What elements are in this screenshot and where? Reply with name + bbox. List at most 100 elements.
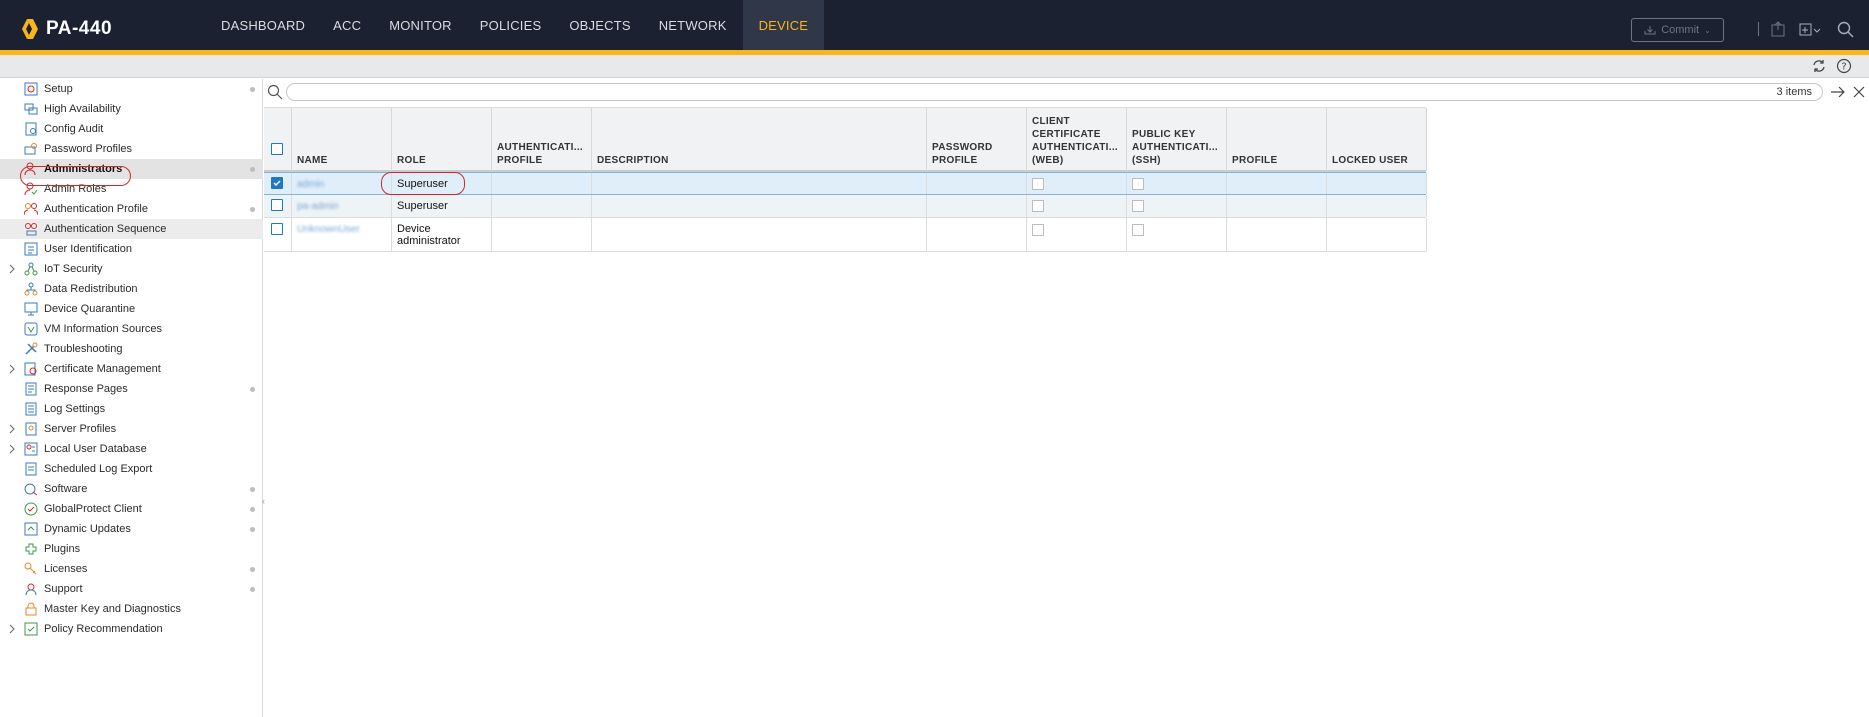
column-header-authentication-profile[interactable]: AUTHENTICATI... PROFILE [492, 108, 592, 171]
row-checkbox[interactable] [271, 177, 283, 189]
sidebar-item-password-profiles[interactable]: Password Profiles [0, 139, 263, 159]
client-cert-checkbox [1032, 178, 1044, 190]
sidebar-collapse-handle[interactable]: ‹ [262, 496, 268, 516]
local-user-database-icon [24, 442, 38, 456]
select-all-checkbox[interactable] [271, 143, 283, 155]
setup-icon [24, 82, 38, 96]
tab-dashboard[interactable]: DASHBOARD [209, 0, 317, 50]
admin-name[interactable]: UnknownUser [297, 224, 360, 236]
sidebar-item-dynamic-updates[interactable]: Dynamic Updates [0, 519, 263, 539]
software-icon [24, 483, 38, 496]
sidebar-item-server-profiles[interactable]: Server Profiles [0, 419, 263, 439]
scheduled-log-export-icon [25, 462, 37, 476]
licenses-icon [24, 562, 37, 575]
table-row[interactable]: UnknownUser Device administrator [264, 218, 1427, 252]
policy-recommendation-icon [24, 622, 38, 636]
chevron-right-icon[interactable] [8, 264, 16, 274]
sidebar-item-authentication-profile[interactable]: Authentication Profile [0, 199, 263, 219]
header-select-all[interactable] [264, 108, 292, 171]
support-icon [25, 583, 37, 596]
sidebar-item-plugins[interactable]: Plugins [0, 539, 263, 559]
column-header-description[interactable]: DESCRIPTION [592, 108, 927, 171]
search-icon [267, 84, 283, 100]
sidebar-item-master-key-and-diagnostics[interactable]: Master Key and Diagnostics [0, 599, 263, 619]
tab-policies[interactable]: POLICIES [468, 0, 554, 50]
sidebar-item-user-identification[interactable]: User Identification [0, 239, 263, 259]
column-header-password-profile[interactable]: PASSWORD PROFILE [927, 108, 1027, 171]
globalprotect-client-icon [24, 502, 38, 516]
tab-monitor[interactable]: MONITOR [377, 0, 464, 50]
chevron-right-icon[interactable] [8, 364, 16, 374]
column-header-locked-user[interactable]: LOCKED USER [1327, 108, 1427, 171]
tab-acc[interactable]: ACC [321, 0, 373, 50]
search-input[interactable]: 3 items [286, 83, 1823, 101]
sidebar-item-vm-information-sources[interactable]: VM Information Sources [0, 319, 263, 339]
config-dropdown-icon[interactable] [1798, 20, 1822, 38]
highlight-ring-administrators [20, 166, 131, 186]
clear-filter-icon[interactable] [1852, 85, 1866, 99]
admin-name[interactable]: admin [297, 179, 324, 191]
sidebar-item-response-pages[interactable]: Response Pages [0, 379, 263, 399]
row-checkbox[interactable] [271, 223, 283, 235]
column-header-client-cert-auth[interactable]: CLIENT CERTIFICATE AUTHENTICATI... (WEB) [1027, 108, 1127, 171]
column-header-role[interactable]: ROLE [392, 108, 492, 171]
chevron-right-icon[interactable] [8, 624, 16, 634]
certificate-management-icon [24, 362, 37, 376]
tab-device[interactable]: DEVICE [742, 0, 825, 50]
sidebar-item-support[interactable]: Support [0, 579, 263, 599]
sidebar-item-setup[interactable]: Setup [0, 79, 263, 99]
dynamic-updates-icon [24, 522, 38, 536]
public-key-checkbox [1132, 178, 1144, 190]
public-key-checkbox [1132, 200, 1144, 212]
status-dot [250, 507, 255, 512]
high-availability-icon [24, 103, 38, 115]
sidebar-item-troubleshooting[interactable]: Troubleshooting [0, 339, 263, 359]
chevron-down-icon: ⌄ [1704, 25, 1711, 35]
sidebar-item-high-availability[interactable]: High Availability [0, 99, 263, 119]
tab-network[interactable]: NETWORK [647, 0, 739, 50]
chevron-right-icon[interactable] [8, 424, 16, 434]
troubleshooting-icon [25, 342, 38, 355]
column-header-profile[interactable]: PROFILE [1227, 108, 1327, 171]
column-header-name[interactable]: NAME [292, 108, 392, 171]
lock-config-icon[interactable] [1768, 20, 1788, 38]
sidebar-item-local-user-database[interactable]: Local User Database [0, 439, 263, 459]
sidebar-item-data-redistribution[interactable]: Data Redistribution [0, 279, 263, 299]
sidebar-item-device-quarantine[interactable]: Device Quarantine [0, 299, 263, 319]
device-logo: PA-440 [22, 18, 112, 40]
sidebar-item-software[interactable]: Software [0, 479, 263, 499]
commit-button[interactable]: Commit ⌄ [1631, 18, 1724, 42]
log-settings-icon [25, 402, 37, 416]
sidebar-item-authentication-sequence[interactable]: Authentication Sequence [0, 219, 263, 239]
user-identification-icon [24, 242, 38, 256]
help-icon[interactable]: ? [1836, 58, 1852, 74]
config-audit-icon [25, 122, 37, 136]
table-row[interactable]: pa-admin Superuser [264, 195, 1427, 218]
master-key-icon [25, 602, 37, 616]
authentication-profile-icon [24, 203, 38, 216]
sidebar-item-globalprotect-client[interactable]: GlobalProtect Client [0, 499, 263, 519]
column-header-public-key-auth[interactable]: PUBLIC KEY AUTHENTICATI... (SSH) [1127, 108, 1227, 171]
tab-objects[interactable]: OBJECTS [557, 0, 642, 50]
chevron-right-icon[interactable] [8, 444, 16, 454]
global-search-icon[interactable] [1836, 20, 1856, 38]
row-checkbox[interactable] [271, 199, 283, 211]
apply-filter-icon[interactable] [1830, 85, 1846, 99]
public-key-checkbox [1132, 224, 1144, 236]
sidebar-item-log-settings[interactable]: Log Settings [0, 399, 263, 419]
sidebar-item-config-audit[interactable]: Config Audit [0, 119, 263, 139]
refresh-icon[interactable] [1811, 58, 1827, 74]
plugins-icon [25, 543, 37, 555]
item-count: 3 items [1776, 86, 1812, 98]
sidebar-item-scheduled-log-export[interactable]: Scheduled Log Export [0, 459, 263, 479]
iot-security-icon [24, 262, 38, 276]
table-header: NAME ROLE AUTHENTICATI... PROFILE DESCRI… [264, 107, 1427, 172]
sidebar-item-policy-recommendation[interactable]: Policy Recommendation [0, 619, 263, 639]
svg-text:?: ? [1841, 62, 1846, 73]
admin-name[interactable]: pa-admin [297, 201, 339, 213]
sidebar-item-certificate-management[interactable]: Certificate Management [0, 359, 263, 379]
vm-information-sources-icon [24, 322, 38, 336]
sidebar-item-iot-security[interactable]: IoT Security [0, 259, 263, 279]
status-dot [250, 87, 255, 92]
sidebar-item-licenses[interactable]: Licenses [0, 559, 263, 579]
